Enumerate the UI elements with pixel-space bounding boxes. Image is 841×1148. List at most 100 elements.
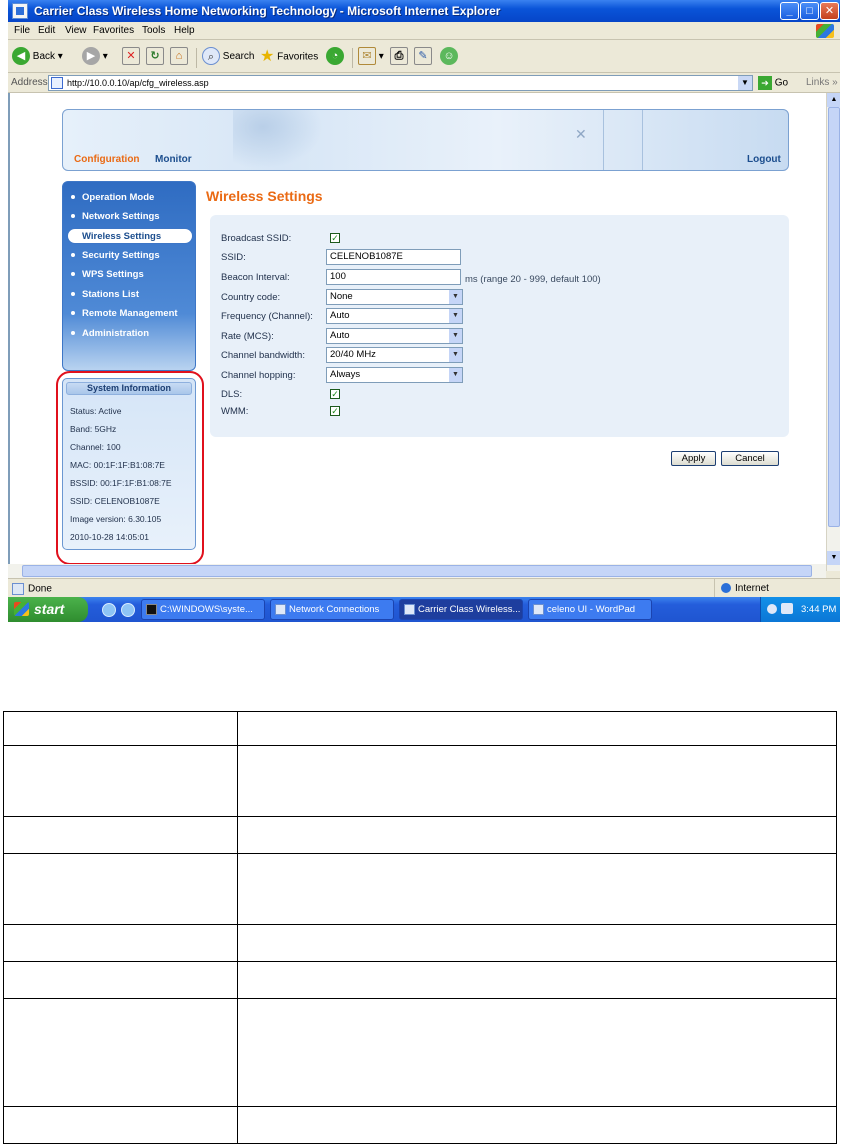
- links-button[interactable]: Links »: [806, 77, 838, 88]
- home-button[interactable]: ⌂: [170, 47, 188, 67]
- start-button[interactable]: start: [8, 597, 88, 622]
- country-code-select[interactable]: None ▼: [326, 289, 463, 305]
- menu-view[interactable]: View: [65, 25, 87, 36]
- back-button[interactable]: ◀ Back ▾: [12, 47, 63, 67]
- frequency-label: Frequency (Channel):: [221, 311, 313, 322]
- channel-hopping-select[interactable]: Always ▼: [326, 367, 463, 383]
- home-icon: ⌂: [170, 47, 188, 66]
- beacon-interval-input[interactable]: 100: [326, 269, 461, 285]
- sidebar-item-remote-management[interactable]: Remote Management: [63, 306, 195, 322]
- scroll-thumb[interactable]: [828, 107, 840, 527]
- nav-logout[interactable]: Logout: [747, 154, 781, 165]
- document-table: [3, 711, 837, 1144]
- channel-hopping-label: Channel hopping:: [221, 370, 296, 381]
- wireless-settings-form: Broadcast SSID: ✓ SSID: CELENOB1087E Bea…: [210, 215, 789, 437]
- close-button[interactable]: ✕: [820, 2, 839, 20]
- refresh-icon: ↻: [146, 47, 164, 66]
- status-bar: Done Internet: [8, 578, 840, 598]
- wmm-checkbox[interactable]: ✓: [330, 406, 340, 416]
- sidebar-item-network-settings[interactable]: Network Settings: [63, 209, 195, 225]
- menu-help[interactable]: Help: [174, 25, 195, 36]
- table-cell: [237, 853, 837, 925]
- broadcast-ssid-checkbox[interactable]: ✓: [330, 233, 340, 243]
- search-icon: ⌕: [202, 47, 220, 66]
- tray-help-icon[interactable]: [767, 604, 777, 614]
- task-cmd-window[interactable]: C:\WINDOWS\syste...: [141, 599, 265, 620]
- refresh-button[interactable]: ↻: [146, 47, 164, 67]
- rate-label: Rate (MCS):: [221, 331, 274, 342]
- star-icon: ★: [260, 48, 275, 65]
- address-input[interactable]: http://10.0.0.10/ap/cfg_wireless.asp ▼: [48, 75, 753, 91]
- windows-logo-icon: [816, 24, 834, 38]
- forward-button[interactable]: ▶ ▾: [82, 47, 108, 67]
- mail-icon: ✉: [358, 47, 376, 66]
- maximize-button[interactable]: □: [800, 2, 819, 20]
- banner-decoration: [603, 110, 643, 170]
- sidebar-item-administration[interactable]: Administration: [63, 326, 195, 342]
- history-button[interactable]: ◔: [326, 47, 344, 67]
- nav-monitor[interactable]: Monitor: [155, 154, 192, 165]
- table-cell: [3, 745, 238, 817]
- messenger-icon: ☺: [440, 47, 458, 66]
- tray-network-icon[interactable]: [781, 603, 793, 614]
- sidebar-item-operation-mode[interactable]: Operation Mode: [63, 190, 195, 206]
- go-button[interactable]: ➔ Go: [758, 76, 788, 90]
- rate-select[interactable]: Auto ▼: [326, 328, 463, 344]
- nav-configuration[interactable]: Configuration: [74, 154, 140, 165]
- table-cell: [237, 961, 837, 999]
- vertical-scrollbar[interactable]: ▲ ▼: [826, 93, 840, 571]
- highlight-circle: [56, 371, 204, 565]
- globe-icon: [721, 583, 731, 594]
- messenger-button[interactable]: ☺: [440, 47, 458, 67]
- table-cell: [237, 1106, 837, 1144]
- menu-edit[interactable]: Edit: [38, 25, 55, 36]
- menu-tools[interactable]: Tools: [142, 25, 165, 36]
- ie-app-icon: [12, 3, 28, 19]
- edit-button[interactable]: ✎: [414, 47, 432, 67]
- task-wordpad[interactable]: celeno UI - WordPad: [528, 599, 652, 620]
- address-dropdown-icon[interactable]: ▼: [738, 76, 752, 90]
- window-titlebar: Carrier Class Wireless Home Networking T…: [8, 0, 840, 22]
- scroll-down-icon[interactable]: ▼: [827, 551, 840, 565]
- chevron-down-icon: ▼: [449, 368, 462, 382]
- cancel-button[interactable]: Cancel: [721, 451, 779, 466]
- table-cell: [3, 853, 238, 925]
- menu-bar: File Edit View Favorites Tools Help: [8, 22, 840, 40]
- quicklaunch-desktop-icon[interactable]: [121, 603, 135, 617]
- page-icon: [51, 77, 63, 89]
- stop-button[interactable]: ✕: [122, 47, 140, 67]
- task-network-connections[interactable]: Network Connections: [270, 599, 394, 620]
- channel-bandwidth-select[interactable]: 20/40 MHz ▼: [326, 347, 463, 363]
- horizontal-scrollbar[interactable]: [8, 564, 826, 578]
- ie-screenshot: Carrier Class Wireless Home Networking T…: [8, 0, 840, 622]
- sidebar-item-wps-settings[interactable]: WPS Settings: [63, 267, 195, 283]
- favorites-button[interactable]: ★ Favorites: [260, 47, 318, 67]
- print-button[interactable]: ⎙: [390, 47, 408, 67]
- sidebar-item-stations-list[interactable]: Stations List: [63, 287, 195, 303]
- search-button[interactable]: ⌕ Search: [202, 47, 254, 67]
- channel-bandwidth-label: Channel bandwidth:: [221, 350, 305, 361]
- menu-file[interactable]: File: [14, 25, 30, 36]
- ssid-input[interactable]: CELENOB1087E: [326, 249, 461, 265]
- beacon-interval-hint: ms (range 20 - 999, default 100): [465, 274, 601, 285]
- table-cell: [237, 745, 837, 817]
- table-cell: [237, 711, 837, 746]
- sidebar-item-security-settings[interactable]: Security Settings: [63, 248, 195, 264]
- table-cell: [3, 961, 238, 999]
- sidebar-item-wireless-settings[interactable]: Wireless Settings: [67, 228, 193, 244]
- mail-button[interactable]: ✉ ▾: [358, 47, 384, 67]
- dls-checkbox[interactable]: ✓: [330, 389, 340, 399]
- hscroll-thumb[interactable]: [22, 565, 812, 577]
- menu-favorites[interactable]: Favorites: [93, 25, 134, 36]
- table-cell: [3, 1106, 238, 1144]
- frequency-select[interactable]: Auto ▼: [326, 308, 463, 324]
- table-cell: [237, 924, 837, 962]
- quicklaunch-ie-icon[interactable]: [102, 603, 116, 617]
- apply-button[interactable]: Apply: [671, 451, 716, 466]
- status-text: Done: [12, 583, 52, 595]
- chevron-down-icon: ▼: [449, 348, 462, 362]
- task-ie-window[interactable]: Carrier Class Wireless...: [399, 599, 523, 620]
- scroll-up-icon[interactable]: ▲: [827, 93, 840, 107]
- banner-people-image: [233, 110, 333, 170]
- minimize-button[interactable]: _: [780, 2, 799, 20]
